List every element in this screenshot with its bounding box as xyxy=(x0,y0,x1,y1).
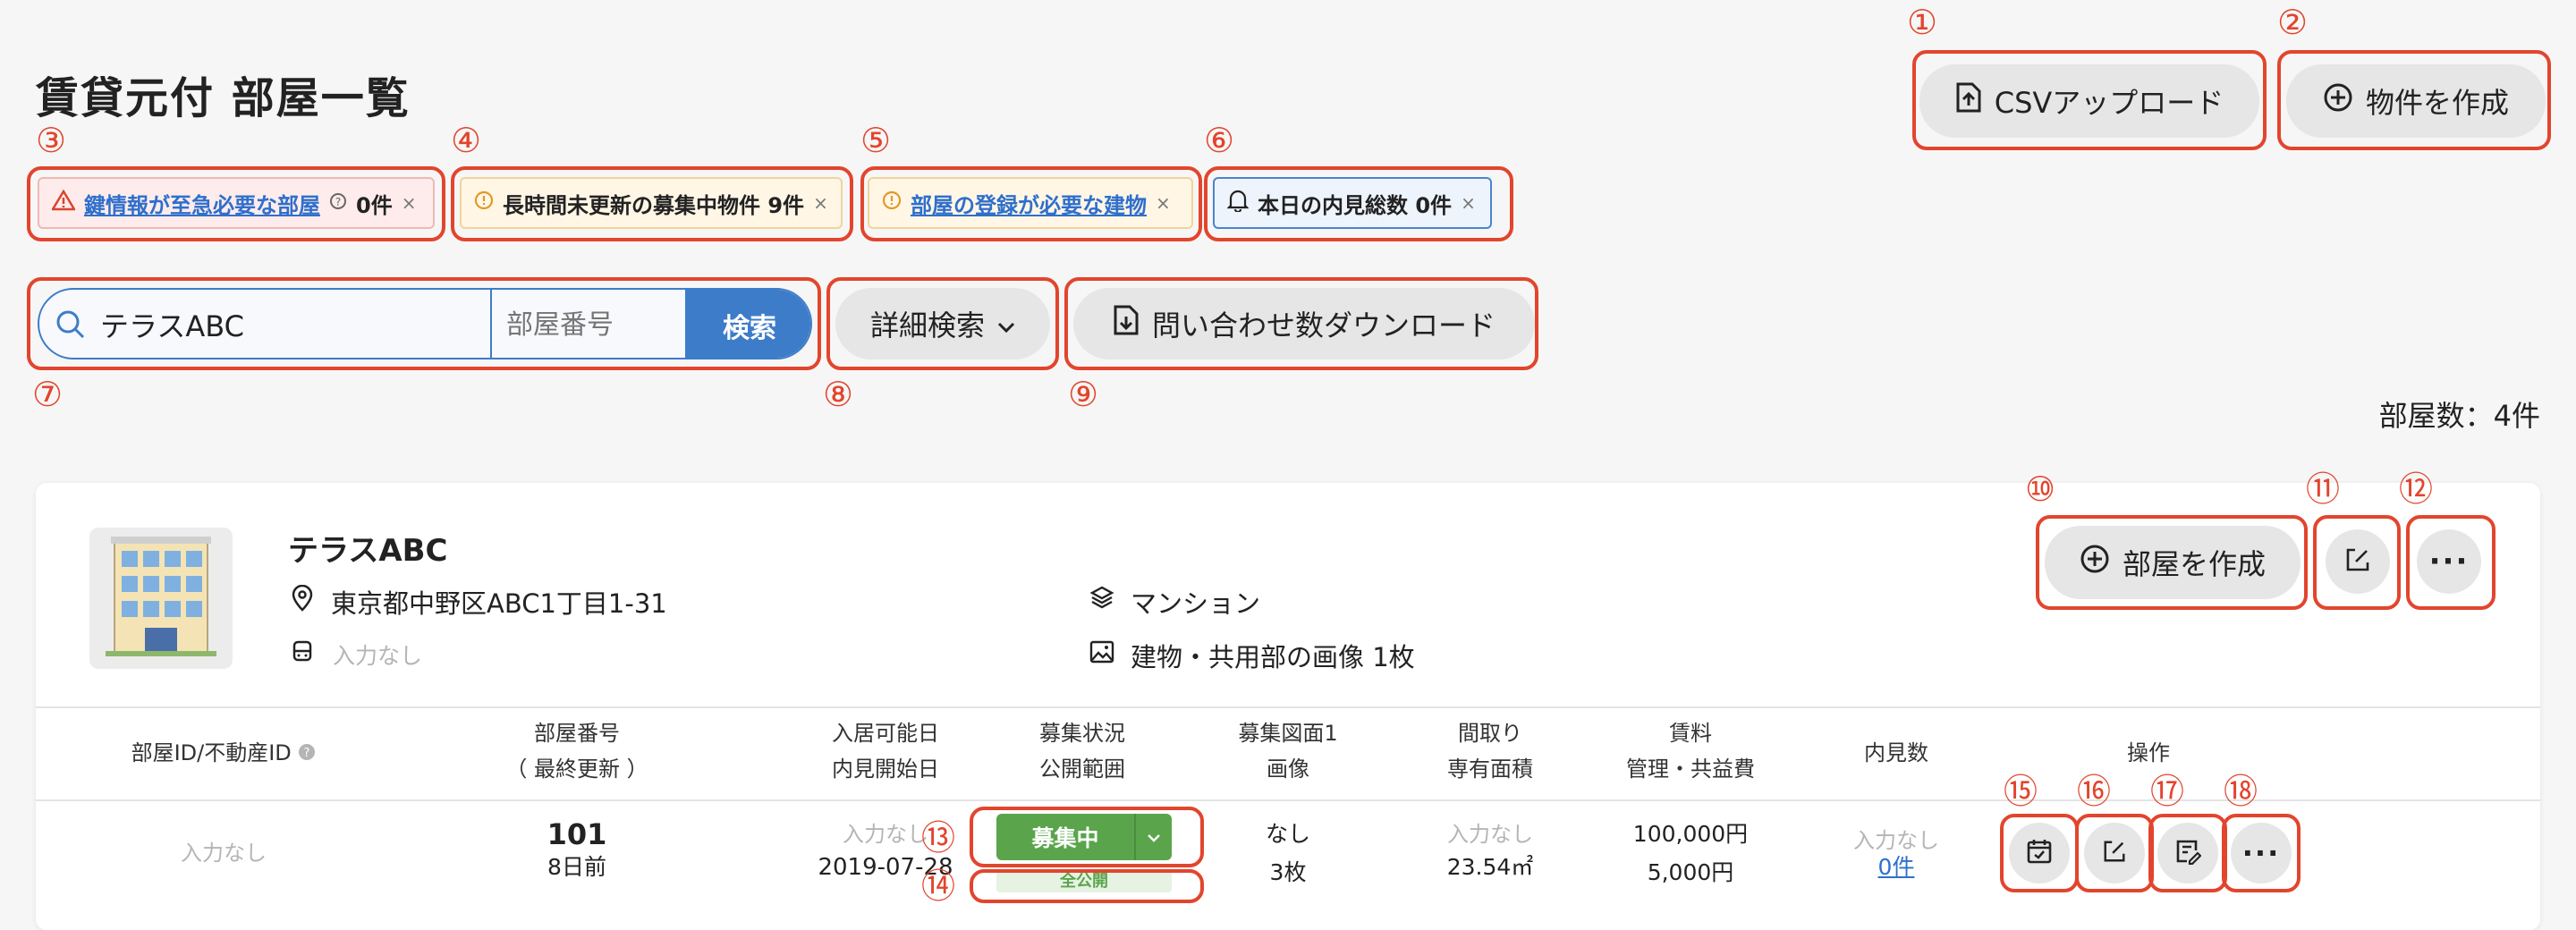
help-icon: ? xyxy=(298,736,316,772)
callout-number-16: ⑯ xyxy=(2077,772,2112,811)
viewings-count-link[interactable]: 0件 xyxy=(1807,850,1986,885)
callout-box-8 xyxy=(826,277,1059,370)
callout-box-16 xyxy=(2075,814,2154,892)
callout-box-4 xyxy=(451,166,853,241)
callout-number-4: ④ xyxy=(451,121,482,160)
callout-box-15 xyxy=(2000,814,2079,892)
callout-box-17 xyxy=(2148,814,2227,892)
callout-number-9: ⑨ xyxy=(1068,375,1099,414)
page-title: 賃貸元付 部屋一覧 xyxy=(36,73,411,123)
building-images: 建物・共用部の画像 1枚 xyxy=(1131,642,1415,672)
callout-box-11 xyxy=(2313,515,2401,610)
callout-number-8: ⑧ xyxy=(823,375,854,414)
callout-box-1 xyxy=(1912,50,2267,150)
callout-number-2: ② xyxy=(2277,3,2309,42)
callout-number-15: ⑮ xyxy=(2004,772,2038,811)
header-room-id: 部屋ID/不動産ID ? xyxy=(116,735,331,772)
rent-value: 100,000円 xyxy=(1632,821,1749,847)
header-layout: 間取り 専有面積 xyxy=(1447,721,1533,782)
station-empty: 入力なし xyxy=(333,643,423,669)
layers-icon xyxy=(1089,585,1114,613)
svg-text:?: ? xyxy=(304,747,310,760)
building-thumbnail xyxy=(89,528,233,669)
room-number[interactable]: 101 xyxy=(487,816,666,852)
callout-number-7: ⑦ xyxy=(32,375,64,414)
building-name: テラスABC xyxy=(288,533,448,569)
image-count: 3枚 xyxy=(1269,859,1307,885)
callout-number-10: ⑩ xyxy=(2025,469,2056,509)
header-rent: 賃料 管理・共益費 xyxy=(1626,721,1755,782)
callout-number-3: ③ xyxy=(36,121,67,160)
callout-number-14: ⑭ xyxy=(921,867,956,906)
header-move-in: 入居可能日 内見開始日 xyxy=(832,721,939,782)
callout-number-12: ⑫ xyxy=(2399,469,2434,509)
image-icon xyxy=(1089,640,1114,667)
callout-box-10 xyxy=(2036,515,2308,610)
room-count: 部屋数：4件 xyxy=(2378,399,2540,433)
callout-number-18: ⑱ xyxy=(2224,772,2258,811)
building-type: マンション xyxy=(1131,588,1261,619)
fee-value: 5,000円 xyxy=(1647,859,1734,885)
callout-box-6 xyxy=(1204,166,1513,241)
header-room-number: 部屋番号（ 最終更新 ） xyxy=(505,721,648,782)
header-actions: 操作 xyxy=(2127,740,2170,765)
train-icon xyxy=(292,640,313,667)
header-status: 募集状況 公開範囲 xyxy=(1039,721,1125,782)
callout-box-18 xyxy=(2222,814,2301,892)
callout-number-13: ⑬ xyxy=(921,818,956,858)
callout-number-11: ⑪ xyxy=(2306,469,2341,509)
room-id-empty: 入力なし xyxy=(181,841,267,866)
callout-box-5 xyxy=(860,166,1202,241)
room-updated: 8日前 xyxy=(547,854,606,880)
callout-box-9 xyxy=(1064,277,1538,370)
callout-number-17: ⑰ xyxy=(2150,772,2185,811)
location-pin-icon xyxy=(292,584,313,615)
layout-empty: 入力なし xyxy=(1447,822,1533,847)
callout-box-12 xyxy=(2406,515,2496,610)
callout-box-14 xyxy=(970,869,1204,903)
callout-box-3 xyxy=(27,166,445,241)
header-viewings: 内見数 xyxy=(1864,740,1928,765)
area-value: 23.54㎡ xyxy=(1446,854,1534,880)
callout-box-7 xyxy=(27,277,821,370)
callout-box-13 xyxy=(970,807,1204,867)
callout-number-6: ⑥ xyxy=(1204,121,1235,160)
building-address: 東京都中野区ABC1丁目1-31 xyxy=(331,588,667,619)
callout-box-2 xyxy=(2277,50,2551,150)
callout-number-1: ① xyxy=(1907,3,1938,42)
callout-number-5: ⑤ xyxy=(860,121,892,160)
floorplan-value: なし xyxy=(1265,821,1310,847)
header-floorplan: 募集図面1 画像 xyxy=(1238,721,1338,782)
